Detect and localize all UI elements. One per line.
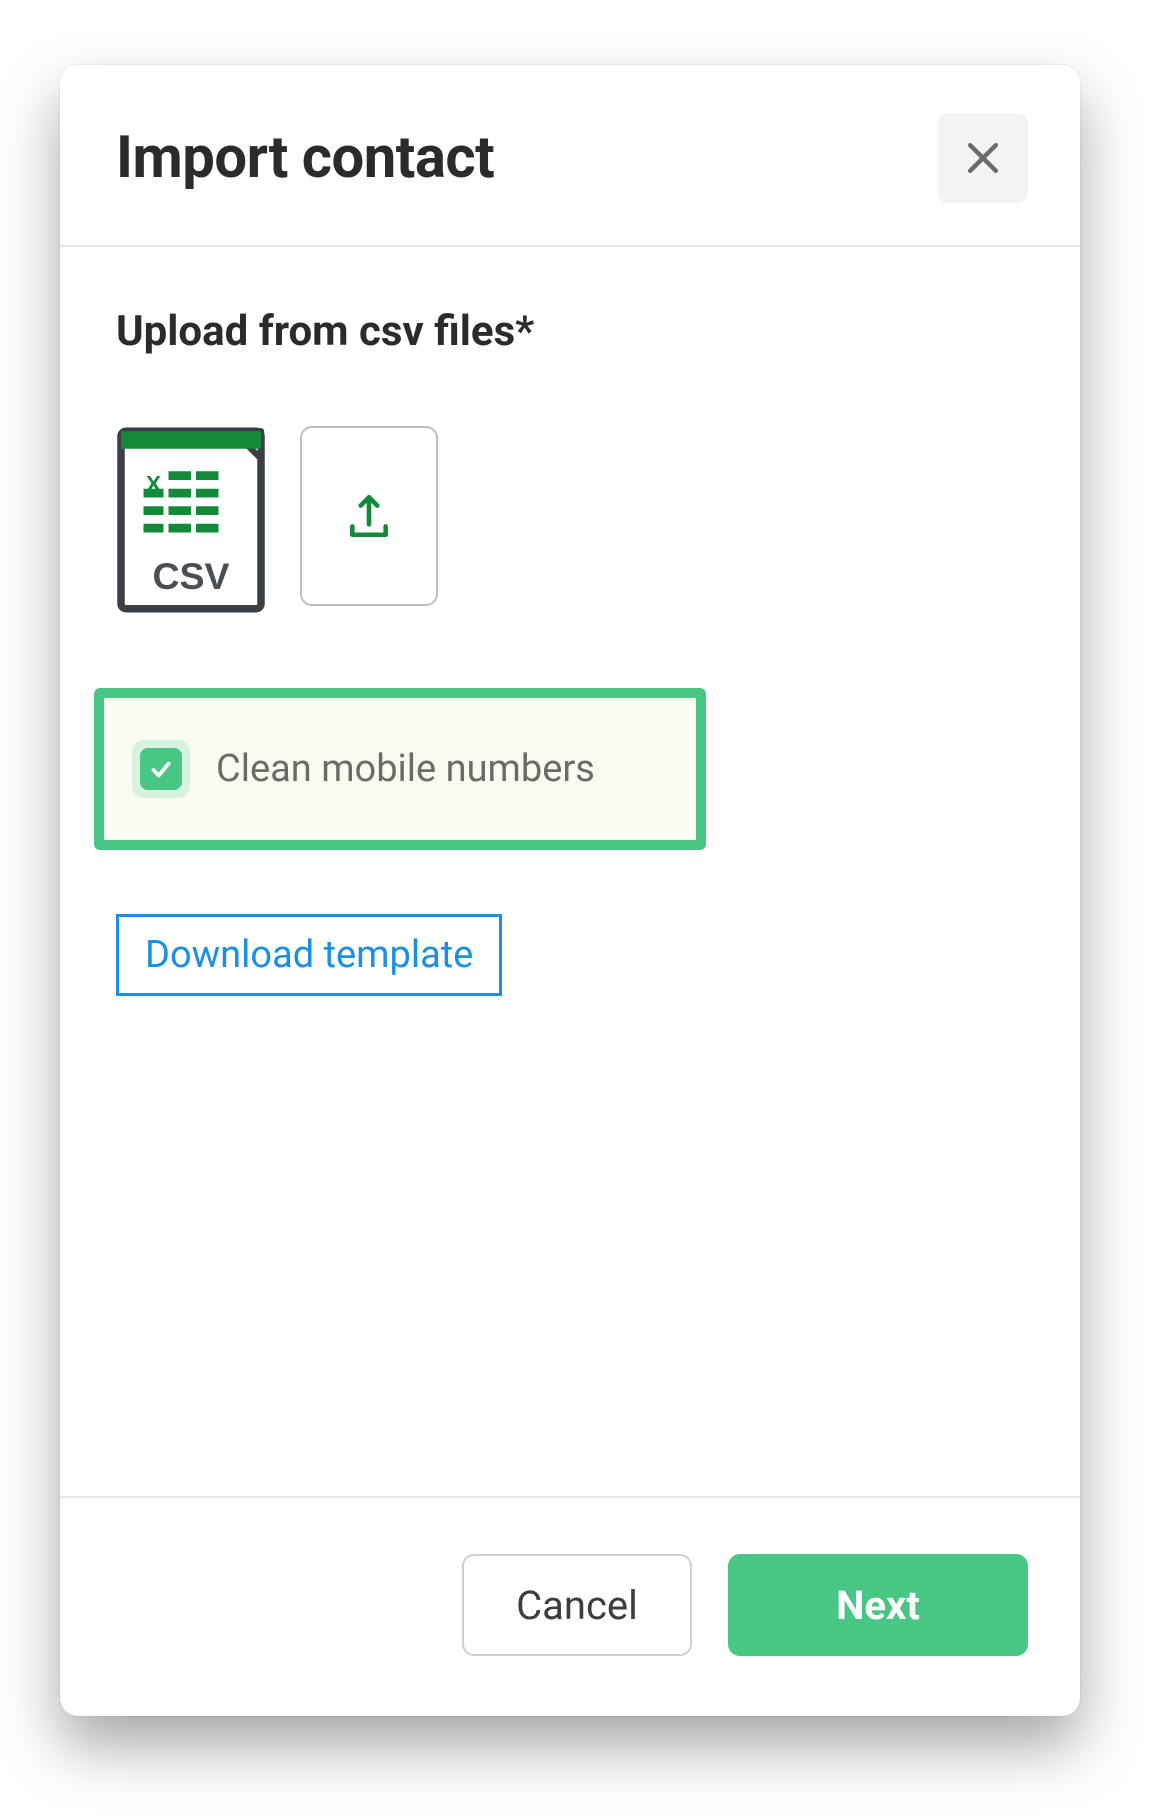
check-icon bbox=[148, 756, 174, 782]
import-contact-modal: Import contact Upload from csv files* bbox=[60, 65, 1080, 1716]
modal-body: Upload from csv files* X bbox=[60, 247, 1080, 1496]
clean-numbers-highlight: Clean mobile numbers bbox=[94, 688, 706, 850]
modal-footer: Cancel Next bbox=[60, 1496, 1080, 1716]
close-icon bbox=[961, 136, 1005, 180]
modal-title: Import contact bbox=[116, 124, 494, 192]
close-button[interactable] bbox=[938, 113, 1028, 203]
upload-section-label: Upload from csv files* bbox=[116, 307, 1024, 356]
svg-text:CSV: CSV bbox=[152, 555, 229, 597]
cancel-button[interactable]: Cancel bbox=[462, 1554, 692, 1656]
download-template-button[interactable]: Download template bbox=[116, 914, 502, 996]
clean-numbers-label: Clean mobile numbers bbox=[216, 747, 595, 791]
next-button[interactable]: Next bbox=[728, 1554, 1028, 1656]
upload-icon bbox=[344, 491, 394, 541]
upload-button[interactable] bbox=[300, 426, 438, 606]
csv-file-icon: X CSV bbox=[116, 426, 266, 618]
modal-header: Import contact bbox=[60, 65, 1080, 247]
upload-row: X CSV bbox=[116, 426, 1024, 618]
clean-numbers-checkbox[interactable] bbox=[132, 740, 190, 798]
